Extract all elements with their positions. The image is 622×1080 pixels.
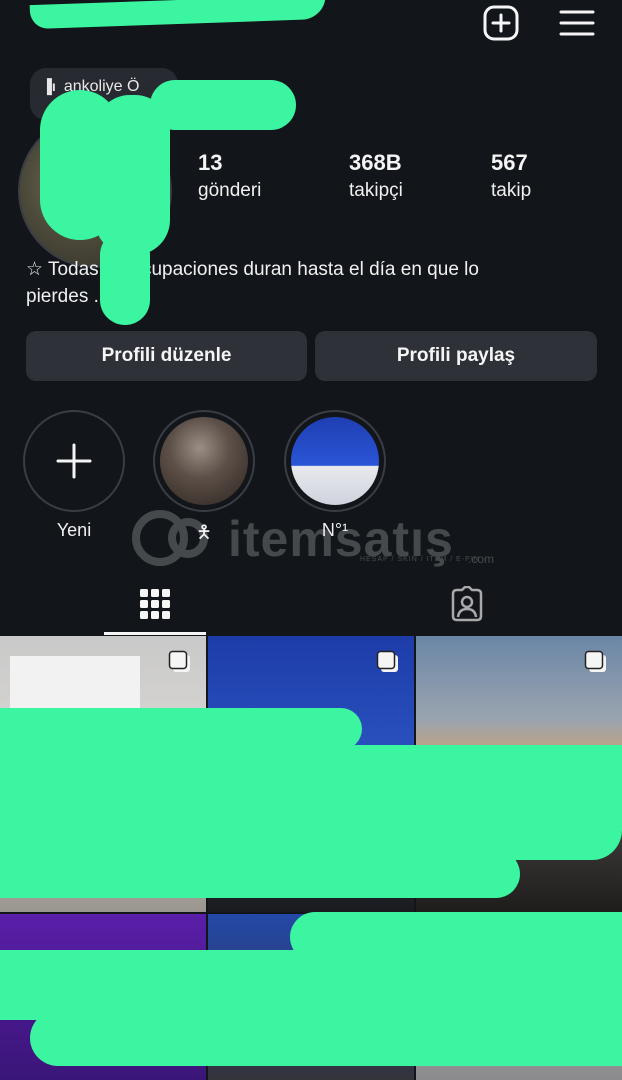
highlight-cover [291, 417, 379, 505]
redaction-mark [100, 230, 150, 325]
carousel-icon [376, 650, 398, 672]
music-bars-icon: ▐ı [42, 78, 56, 94]
posts-label: gönderi [198, 180, 262, 201]
highlight-label: N°¹ [321, 520, 349, 540]
menu-button[interactable] [558, 4, 596, 42]
following-count: 567 [491, 150, 528, 175]
redaction-mark [150, 80, 296, 130]
active-tab-indicator [104, 632, 206, 635]
redaction-mark [0, 745, 622, 805]
highlight-item[interactable]: 🯅 [152, 410, 256, 550]
highlight-ring [153, 410, 255, 512]
highlight-item[interactable]: N°¹ [283, 410, 387, 541]
hamburger-icon [559, 10, 595, 36]
new-highlight-ring [23, 410, 125, 512]
grid-icon [140, 589, 170, 619]
following-stat[interactable]: 567 takip [491, 150, 531, 202]
redaction-mark [0, 708, 362, 750]
followers-label: takipçi [349, 180, 403, 201]
watermark-tag: HESAP / SKIN / ITEM / E-PIN [360, 556, 480, 563]
highlight-cover [160, 417, 248, 505]
followers-count: 368B [349, 150, 402, 175]
tab-tagged[interactable] [416, 574, 518, 634]
new-highlight[interactable]: Yeni [22, 410, 126, 541]
plus-icon [56, 443, 92, 479]
plus-square-icon [483, 5, 519, 41]
highlight-ring [284, 410, 386, 512]
carousel-icon [168, 650, 190, 672]
followers-stat[interactable]: 368B takipçi [349, 150, 403, 202]
carousel-icon [584, 650, 606, 672]
edit-profile-button[interactable]: Profili düzenle [26, 331, 307, 381]
redaction-mark [0, 850, 520, 898]
tagged-person-icon [451, 586, 483, 622]
posts-count: 13 [198, 150, 223, 175]
share-profile-button[interactable]: Profili paylaş [315, 331, 597, 381]
watermark-domain: .com [468, 552, 495, 566]
create-post-button[interactable] [482, 4, 520, 42]
redaction-mark [29, 0, 327, 30]
following-label: takip [491, 180, 532, 201]
highlight-label: 🯅 [196, 522, 212, 542]
redaction-mark [30, 1010, 622, 1066]
tab-posts-grid[interactable] [104, 574, 206, 634]
new-highlight-label: Yeni [56, 520, 92, 540]
posts-stat[interactable]: 13 gönderi [198, 150, 261, 202]
